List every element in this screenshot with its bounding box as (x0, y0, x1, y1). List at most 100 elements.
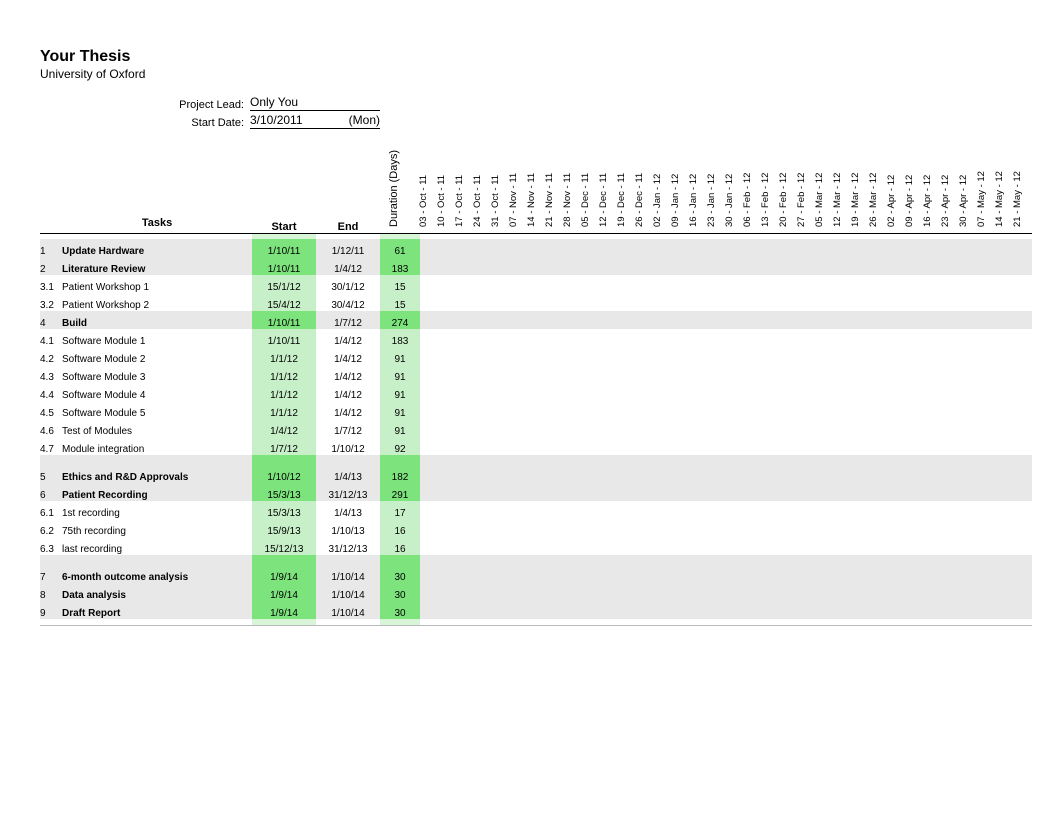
row-end: 1/4/12 (316, 347, 380, 365)
row-task: Patient Recording (62, 483, 252, 501)
row-id: 6 (40, 483, 62, 501)
row-start: 1/1/12 (252, 347, 316, 365)
row-start: 1/9/14 (252, 583, 316, 601)
row-id: 4.7 (40, 437, 62, 455)
row-start: 1/10/11 (252, 239, 316, 257)
start-date-value: 3/10/2011 (Mon) (250, 113, 380, 129)
project-meta: Project Lead: Only You Start Date: 3/10/… (120, 95, 1017, 129)
week-header: 21 - May - 12 (1014, 133, 1032, 233)
table-header-row: Tasks Start End Duration (Days) 03 - Oct… (40, 133, 1032, 233)
row-duration: 291 (380, 483, 420, 501)
table-row: 5Ethics and R&D Approvals1/10/121/4/1318… (40, 455, 1032, 483)
row-end: 1/10/12 (316, 437, 380, 455)
row-task: 1st recording (62, 501, 252, 519)
row-duration: 182 (380, 455, 420, 483)
row-end: 30/1/12 (316, 275, 380, 293)
row-duration: 183 (380, 257, 420, 275)
row-id: 3.1 (40, 275, 62, 293)
gantt-table: Tasks Start End Duration (Days) 03 - Oct… (40, 133, 1032, 626)
row-id: 4.5 (40, 401, 62, 419)
row-duration: 30 (380, 583, 420, 601)
table-row: 6.275th recording15/9/131/10/1316 (40, 519, 1032, 537)
row-task: Software Module 2 (62, 347, 252, 365)
row-id: 6.1 (40, 501, 62, 519)
table-row: 9Draft Report1/9/141/10/1430 (40, 601, 1032, 619)
row-task: 75th recording (62, 519, 252, 537)
page-subtitle: University of Oxford (40, 67, 1017, 81)
row-end: 1/10/14 (316, 555, 380, 583)
table-row: 6Patient Recording15/3/1331/12/13291 (40, 483, 1032, 501)
col-start-header: Start (252, 133, 316, 233)
row-task: 6-month outcome analysis (62, 555, 252, 583)
table-row: 1Update Hardware1/10/111/12/1161 (40, 239, 1032, 257)
row-end: 1/12/11 (316, 239, 380, 257)
row-end: 1/10/14 (316, 601, 380, 619)
row-duration: 92 (380, 437, 420, 455)
row-start: 1/10/11 (252, 329, 316, 347)
page-title: Your Thesis (40, 48, 1017, 66)
row-duration: 16 (380, 519, 420, 537)
row-task: Software Module 3 (62, 365, 252, 383)
row-task: Update Hardware (62, 239, 252, 257)
row-end: 1/4/12 (316, 383, 380, 401)
col-duration-header: Duration (Days) (380, 133, 420, 233)
project-lead-value: Only You (250, 95, 380, 111)
row-id: 4.3 (40, 365, 62, 383)
row-start: 1/7/12 (252, 437, 316, 455)
row-duration: 183 (380, 329, 420, 347)
row-id: 4 (40, 311, 62, 329)
row-start: 1/1/12 (252, 401, 316, 419)
row-start: 1/1/12 (252, 383, 316, 401)
table-row: 2Literature Review1/10/111/4/12183 (40, 257, 1032, 275)
row-id: 6.3 (40, 537, 62, 555)
row-start: 15/12/13 (252, 537, 316, 555)
row-task: Software Module 5 (62, 401, 252, 419)
row-duration: 91 (380, 347, 420, 365)
bottom-rule (40, 625, 1032, 626)
table-row: 4.4Software Module 41/1/121/4/1291 (40, 383, 1032, 401)
row-end: 1/10/14 (316, 583, 380, 601)
row-id: 6.2 (40, 519, 62, 537)
row-duration: 15 (380, 275, 420, 293)
row-id: 3.2 (40, 293, 62, 311)
table-row: 3.1Patient Workshop 115/1/1230/1/1215 (40, 275, 1032, 293)
table-row: 4.5Software Module 51/1/121/4/1291 (40, 401, 1032, 419)
row-end: 31/12/13 (316, 483, 380, 501)
row-start: 15/4/12 (252, 293, 316, 311)
row-duration: 91 (380, 401, 420, 419)
row-start: 1/9/14 (252, 601, 316, 619)
table-body: 1Update Hardware1/10/111/12/11612Literat… (40, 233, 1032, 626)
row-duration: 30 (380, 601, 420, 619)
row-task: Build (62, 311, 252, 329)
row-end: 1/10/13 (316, 519, 380, 537)
row-task: Module integration (62, 437, 252, 455)
row-start: 15/3/13 (252, 483, 316, 501)
row-duration: 274 (380, 311, 420, 329)
table-row: 4.7Module integration1/7/121/10/1292 (40, 437, 1032, 455)
row-id: 9 (40, 601, 62, 619)
col-id-header (40, 133, 62, 233)
row-task: Patient Workshop 2 (62, 293, 252, 311)
row-duration: 17 (380, 501, 420, 519)
project-lead-label: Project Lead: (120, 99, 250, 111)
row-start: 1/10/11 (252, 257, 316, 275)
row-end: 1/4/12 (316, 401, 380, 419)
row-task: last recording (62, 537, 252, 555)
col-tasks-header: Tasks (62, 133, 252, 233)
row-id: 8 (40, 583, 62, 601)
row-end: 1/4/12 (316, 257, 380, 275)
row-end: 30/4/12 (316, 293, 380, 311)
row-id: 4.1 (40, 329, 62, 347)
table-row: 6.3last recording15/12/1331/12/1316 (40, 537, 1032, 555)
row-start: 15/1/12 (252, 275, 316, 293)
col-end-header: End (316, 133, 380, 233)
row-duration: 91 (380, 365, 420, 383)
table-row: 4.6Test of Modules1/4/121/7/1291 (40, 419, 1032, 437)
row-duration: 91 (380, 383, 420, 401)
table-row: 6.11st recording15/3/131/4/1317 (40, 501, 1032, 519)
row-start: 1/10/11 (252, 311, 316, 329)
row-start: 15/9/13 (252, 519, 316, 537)
row-start: 15/3/13 (252, 501, 316, 519)
row-id: 5 (40, 455, 62, 483)
row-id: 4.6 (40, 419, 62, 437)
